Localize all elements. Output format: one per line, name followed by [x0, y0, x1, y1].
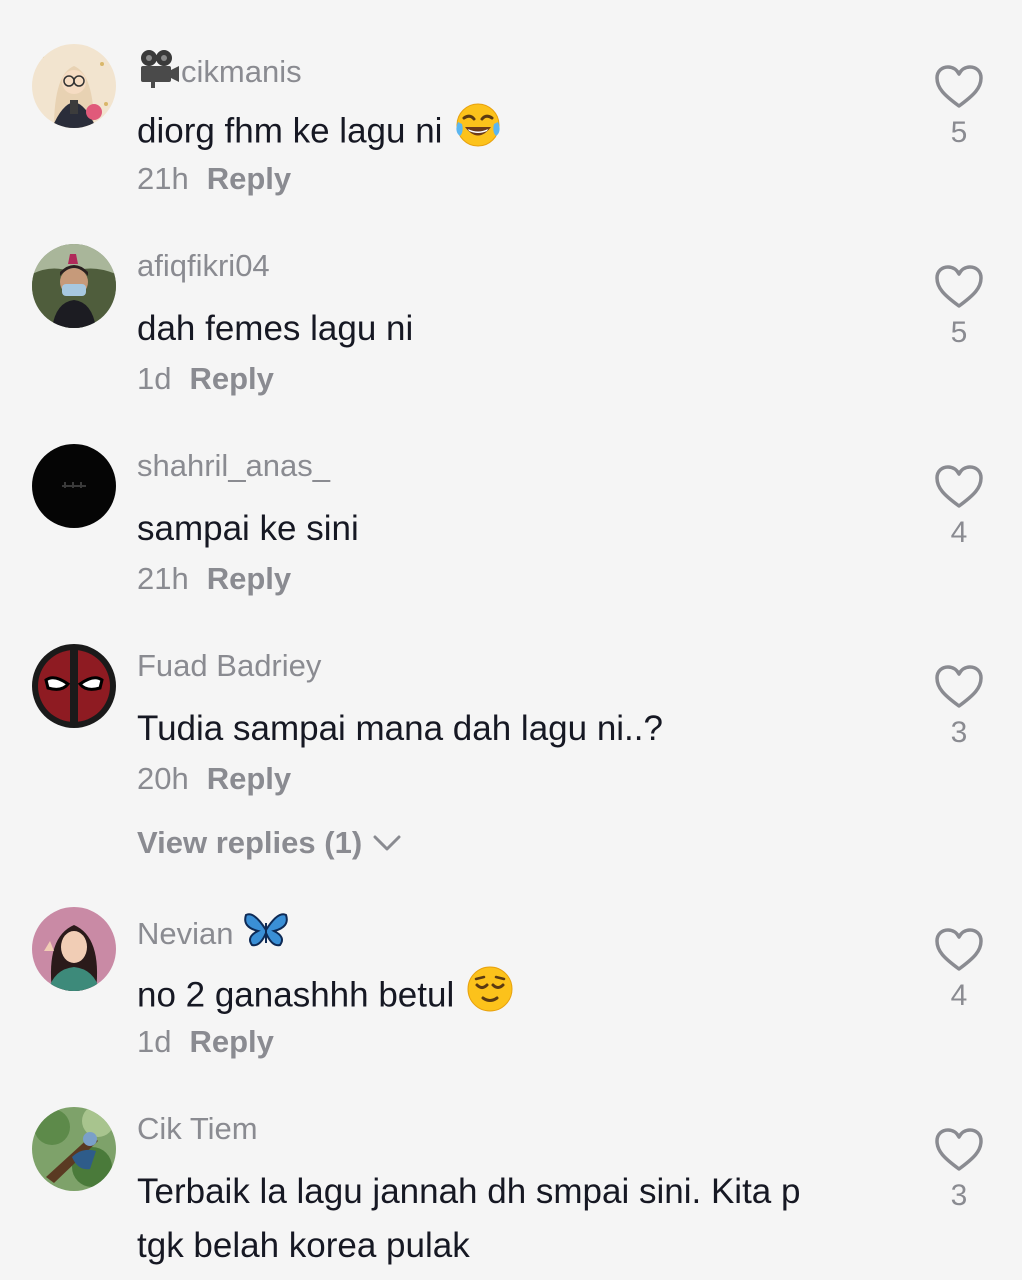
like-count: 3 — [950, 716, 968, 749]
timestamp: 21h — [137, 161, 189, 196]
comment-text: Terbaik la lagu jannah dh smpai sini. Ki… — [137, 1172, 801, 1265]
like-button[interactable]: 3 — [934, 1127, 984, 1213]
like-count: 5 — [950, 316, 968, 349]
view-replies-label: View replies (1) — [137, 825, 363, 860]
like-count: 4 — [950, 516, 968, 549]
heart-outline-icon[interactable] — [934, 664, 984, 710]
username-text: cikmanis — [181, 54, 302, 89]
avatar[interactable] — [32, 1107, 116, 1191]
like-count: 3 — [950, 1179, 968, 1212]
tears-of-joy-emoji — [454, 102, 502, 164]
avatar[interactable] — [32, 644, 116, 728]
avatar[interactable] — [32, 907, 116, 991]
comment-meta: 21h Reply — [137, 561, 291, 597]
reply-button[interactable]: Reply — [207, 561, 291, 596]
username-text: Nevian — [137, 916, 234, 951]
heart-outline-icon[interactable] — [934, 464, 984, 510]
like-count: 4 — [950, 979, 968, 1012]
avatar[interactable] — [32, 244, 116, 328]
comment-meta: 1d Reply — [137, 1024, 274, 1060]
username[interactable]: Cik Tiem — [137, 1111, 258, 1147]
username[interactable]: shahril_anas_ — [137, 448, 330, 484]
reply-button[interactable]: Reply — [189, 361, 273, 396]
username[interactable]: Fuad Badriey — [137, 648, 321, 684]
timestamp: 1d — [137, 361, 172, 396]
username[interactable]: cikmanis — [137, 48, 302, 96]
comment-meta: 1d Reply — [137, 361, 274, 397]
comment-meta: 20h Reply — [137, 761, 291, 797]
comment-text: no 2 ganashhh betul — [137, 965, 897, 1029]
comment-text: Tudia sampai mana dah lagu ni..? — [137, 709, 663, 748]
comment-text: dah femes lagu ni — [137, 309, 414, 348]
like-button[interactable]: 5 — [934, 264, 984, 350]
heart-outline-icon[interactable] — [934, 1127, 984, 1173]
view-replies-button[interactable]: View replies (1) — [137, 825, 402, 861]
username[interactable]: afiqfikri04 — [137, 248, 270, 284]
timestamp: 20h — [137, 761, 189, 796]
chevron-down-icon — [373, 835, 401, 851]
like-button[interactable]: 5 — [934, 64, 984, 150]
relieved-face-emoji — [466, 965, 514, 1029]
username-text: shahril_anas_ — [137, 448, 331, 483]
timestamp: 1d — [137, 1024, 172, 1059]
comment-meta: 21h Reply — [137, 161, 291, 197]
heart-outline-icon[interactable] — [934, 64, 984, 110]
reply-button[interactable]: Reply — [189, 1024, 273, 1059]
username-text: afiqfikri04 — [137, 248, 270, 283]
butterfly-emoji — [243, 911, 288, 957]
like-count: 5 — [950, 116, 968, 149]
timestamp: 21h — [137, 561, 189, 596]
username-text: Fuad Badriey — [137, 648, 322, 683]
reply-button[interactable]: Reply — [207, 761, 291, 796]
heart-outline-icon[interactable] — [934, 927, 984, 973]
like-button[interactable]: 4 — [934, 464, 984, 550]
avatar[interactable] — [32, 44, 116, 128]
comment-text: sampai ke sini — [137, 509, 359, 548]
like-button[interactable]: 3 — [934, 664, 984, 750]
movie-camera-emoji — [137, 48, 181, 96]
username-text: Cik Tiem — [137, 1111, 258, 1146]
reply-button[interactable]: Reply — [207, 161, 291, 196]
username[interactable]: Nevian — [137, 911, 288, 957]
comment-text: diorg fhm ke lagu ni — [137, 102, 897, 164]
heart-outline-icon[interactable] — [934, 264, 984, 310]
like-button[interactable]: 4 — [934, 927, 984, 1013]
avatar[interactable] — [32, 444, 116, 528]
